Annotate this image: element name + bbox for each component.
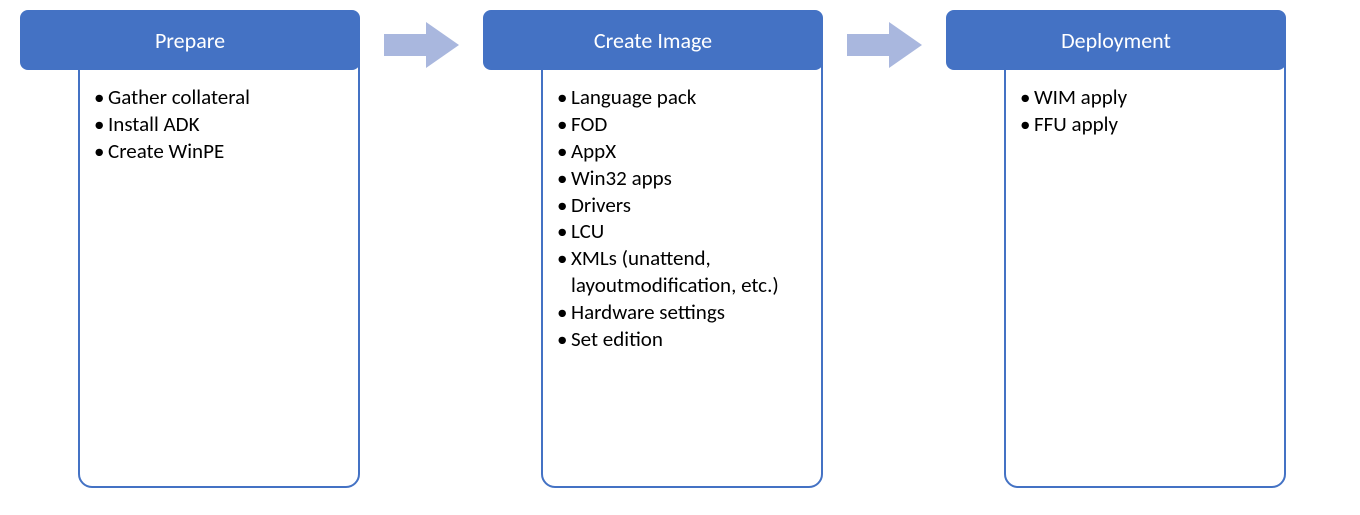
list-item: Gather collateral (94, 84, 344, 111)
stage-header: Prepare (20, 10, 360, 70)
list-item: Install ADK (94, 111, 344, 138)
arrow-icon (847, 22, 922, 68)
arrow-icon (384, 22, 459, 68)
stage-title: Deployment (1061, 27, 1171, 54)
list-item: Create WinPE (94, 138, 344, 165)
stage-title: Prepare (155, 27, 225, 54)
stage-header: Create Image (483, 10, 823, 70)
stage-items: WIM apply FFU apply (1020, 84, 1270, 138)
stage-create-image: Create Image Language pack FOD AppX Win3… (483, 10, 823, 488)
list-item: Drivers (557, 192, 807, 219)
stage-title: Create Image (594, 27, 712, 54)
stage-header: Deployment (946, 10, 1286, 70)
stage-deployment: Deployment WIM apply FFU apply (946, 10, 1286, 488)
list-item: Hardware settings (557, 299, 807, 326)
stage-body: WIM apply FFU apply (1004, 48, 1286, 488)
list-item: Language pack (557, 84, 807, 111)
list-item: AppX (557, 138, 807, 165)
stage-items: Language pack FOD AppX Win32 apps Driver… (557, 84, 807, 353)
list-item: LCU (557, 218, 807, 245)
list-item: WIM apply (1020, 84, 1270, 111)
stage-prepare: Prepare Gather collateral Install ADK Cr… (20, 10, 360, 488)
list-item: FFU apply (1020, 111, 1270, 138)
process-diagram: Prepare Gather collateral Install ADK Cr… (20, 10, 1340, 488)
list-item: FOD (557, 111, 807, 138)
stage-body: Gather collateral Install ADK Create Win… (78, 48, 360, 488)
list-item: Win32 apps (557, 165, 807, 192)
list-item: Set edition (557, 326, 807, 353)
stage-body: Language pack FOD AppX Win32 apps Driver… (541, 48, 823, 488)
list-item: XMLs (unattend, layoutmodification, etc.… (557, 245, 807, 299)
stage-items: Gather collateral Install ADK Create Win… (94, 84, 344, 165)
